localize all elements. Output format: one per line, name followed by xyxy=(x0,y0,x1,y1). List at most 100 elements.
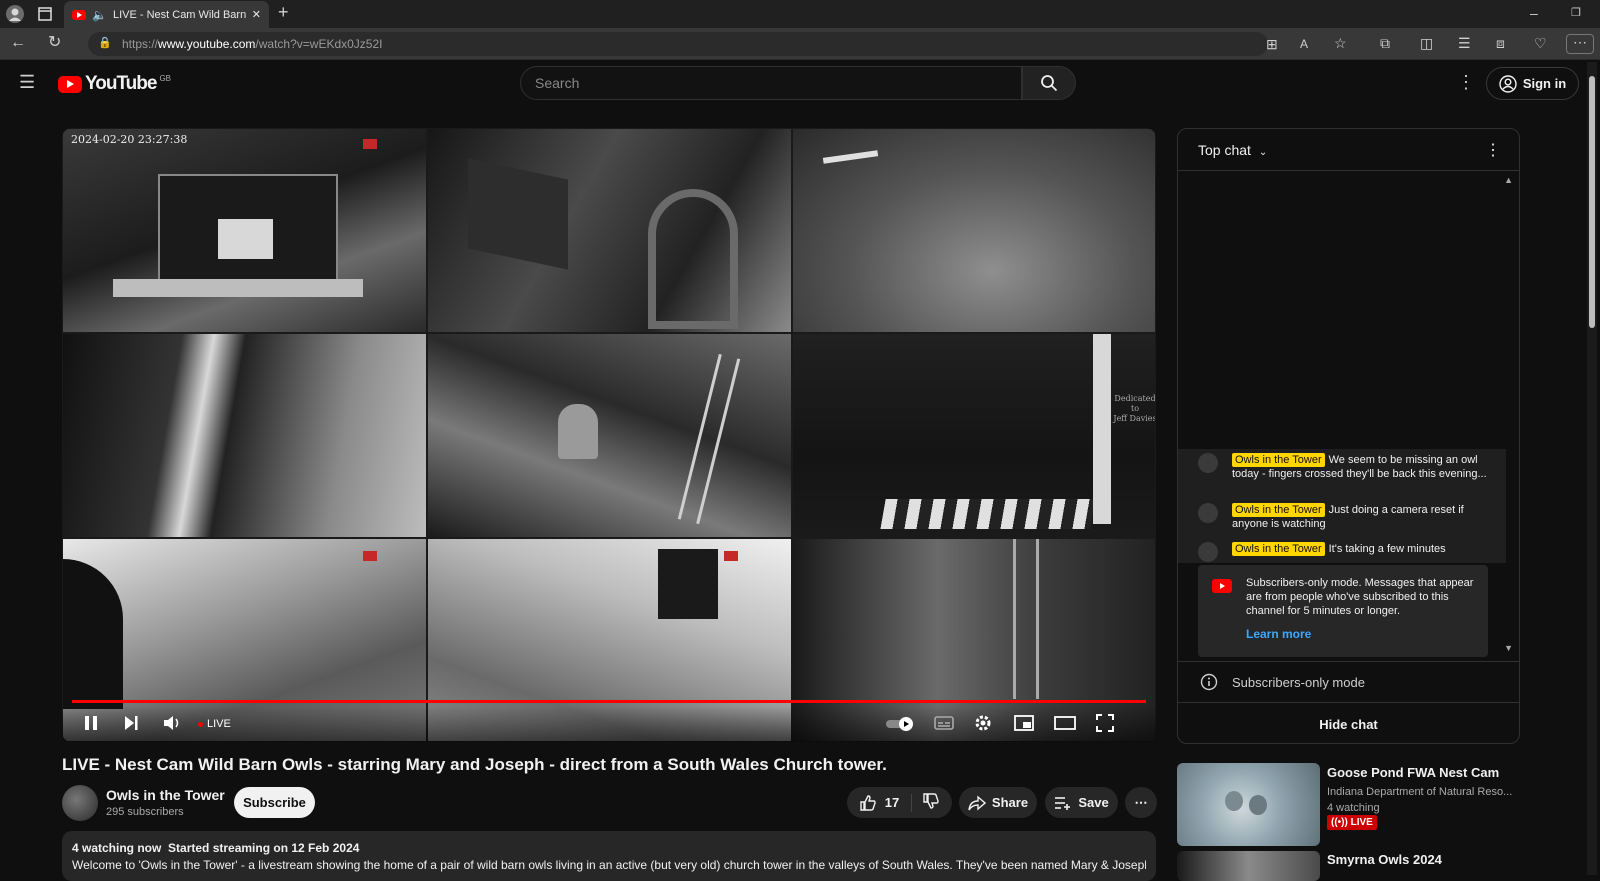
fullscreen-icon[interactable] xyxy=(1096,714,1114,735)
hide-chat-button[interactable]: Hide chat xyxy=(1178,704,1519,744)
church-bell xyxy=(558,404,598,459)
speaker-icon[interactable]: 🔈 xyxy=(92,8,107,22)
captions-icon[interactable] xyxy=(934,714,954,735)
subscribe-button[interactable]: Subscribe xyxy=(234,787,315,818)
refresh-icon[interactable]: ↻ xyxy=(48,35,61,51)
recommendation-channel[interactable]: Indiana Department of Natural Reso... xyxy=(1327,786,1512,798)
live-label: LIVE xyxy=(207,718,231,730)
recommendation-thumbnail[interactable] xyxy=(1177,763,1320,846)
chat-mode-dropdown[interactable]: Top chat ⌄ xyxy=(1198,142,1267,158)
next-icon[interactable] xyxy=(122,714,140,735)
search-placeholder: Search xyxy=(535,75,580,91)
shelf xyxy=(113,279,363,297)
share-button[interactable]: Share xyxy=(959,787,1037,818)
wooden-box xyxy=(468,158,568,270)
close-tab-icon[interactable]: ✕ xyxy=(252,8,261,21)
app-available-icon[interactable]: ⊞ xyxy=(1266,37,1278,51)
live-dot xyxy=(198,721,203,727)
autoplay-toggle[interactable] xyxy=(886,716,916,735)
restore-icon[interactable]: ❐ xyxy=(1571,6,1581,20)
dislike-button[interactable] xyxy=(912,792,940,813)
recommendation-title[interactable]: Goose Pond FWA Nest Cam xyxy=(1327,765,1499,780)
nest-window xyxy=(658,549,718,619)
dedication-line-3: Jeff Davies xyxy=(1113,414,1156,423)
browser-tab-active[interactable]: 🔈 LIVE - Nest Cam Wild Barn ✕ xyxy=(64,1,269,28)
description-text: Welcome to 'Owls in the Tower' - a lives… xyxy=(72,858,1146,872)
sign-in-button[interactable]: Sign in xyxy=(1486,67,1579,100)
menu-icon[interactable]: ☰ xyxy=(19,73,35,91)
lock-icon: 🔒 xyxy=(98,37,112,49)
live-badge: ((•)) LIVE xyxy=(1327,815,1377,830)
account-icon xyxy=(1499,74,1517,93)
settings-more-icon[interactable]: ⋯ xyxy=(1566,34,1594,54)
chat-mode-text: Subscribers-only mode xyxy=(1232,674,1365,690)
settings-icon[interactable] xyxy=(974,714,992,735)
pause-icon[interactable] xyxy=(82,714,100,735)
scrollbar-thumb[interactable] xyxy=(1589,76,1595,328)
save-button[interactable]: Save xyxy=(1045,787,1118,818)
striped-board xyxy=(880,499,1096,529)
description-box[interactable]: 4 watching now Started streaming on 12 F… xyxy=(62,831,1156,881)
volume-icon[interactable] xyxy=(162,714,182,735)
new-tab-icon[interactable]: + xyxy=(278,3,289,21)
playlist-add-icon xyxy=(1055,796,1071,810)
learn-more-link[interactable]: Learn more xyxy=(1246,627,1478,641)
read-aloud-icon[interactable]: A xyxy=(1300,37,1308,51)
more-options-icon[interactable]: ⋮ xyxy=(1457,73,1475,91)
share-icon xyxy=(968,794,986,811)
back-icon[interactable]: ← xyxy=(10,35,26,51)
favorites-icon[interactable]: ☰ xyxy=(1458,36,1471,50)
live-progress-bar[interactable] xyxy=(72,700,1146,703)
perch xyxy=(822,150,879,164)
live-indicator[interactable]: LIVE xyxy=(198,718,231,730)
chat-more-icon[interactable]: ⋮ xyxy=(1485,140,1501,160)
recommendation-thumbnail[interactable] xyxy=(1177,851,1320,881)
dedication-line-1: Dedicated xyxy=(1114,394,1156,403)
page-scrollbar[interactable] xyxy=(1587,62,1597,875)
recommendation-title[interactable]: Smyrna Owls 2024 xyxy=(1327,852,1442,867)
split-screen-icon[interactable]: ◫ xyxy=(1420,36,1433,50)
profile-icon[interactable] xyxy=(6,5,24,25)
tab-actions-icon[interactable] xyxy=(38,7,52,23)
recording-icon xyxy=(363,551,377,561)
camera-feed-5 xyxy=(427,333,792,538)
youtube-play-icon xyxy=(58,75,82,93)
camera-feed-2 xyxy=(427,128,792,333)
collections-icon[interactable]: ⧈ xyxy=(1496,36,1505,50)
chat-author-badge[interactable]: Owls in the Tower xyxy=(1232,453,1325,467)
chat-author-badge[interactable]: Owls in the Tower xyxy=(1232,542,1325,556)
player-controls: LIVE xyxy=(62,706,1156,742)
more-actions-button[interactable]: ⋯ xyxy=(1125,787,1157,818)
chat-author-badge[interactable]: Owls in the Tower xyxy=(1232,503,1325,517)
camera-feed-6: Dedicated to Jeff Davies xyxy=(792,333,1156,538)
youtube-favicon-icon xyxy=(72,9,86,20)
url-field[interactable]: 🔒 https://www.youtube.com/watch?v=wEKdx0… xyxy=(88,32,1268,56)
theater-mode-icon[interactable] xyxy=(1054,714,1076,735)
browser-essentials-icon[interactable]: ♡ xyxy=(1534,36,1547,50)
chat-avatar xyxy=(1198,542,1218,562)
dedication-line-2: to xyxy=(1130,404,1140,413)
miniplayer-icon[interactable] xyxy=(1014,714,1034,735)
nest-entrance xyxy=(63,559,123,709)
video-player[interactable]: 2024-02-20 23:27:38 Dedicated to Jeff Da… xyxy=(62,128,1156,742)
video-title: LIVE - Nest Cam Wild Barn Owls - starrin… xyxy=(62,755,887,774)
ladder xyxy=(677,353,741,525)
channel-name[interactable]: Owls in the Tower xyxy=(106,787,225,803)
youtube-logo[interactable]: YouTube GB xyxy=(58,73,171,95)
notice-text: Subscribers-only mode. Messages that app… xyxy=(1246,577,1474,617)
recommendation-meta: 4 watching xyxy=(1327,802,1380,814)
cam-timestamp: 2024-02-20 23:27:38 xyxy=(71,133,188,146)
thumbs-up-icon xyxy=(860,794,876,811)
chat-scroll-down-icon[interactable]: ▼ xyxy=(1504,643,1513,653)
minimize-icon[interactable]: – xyxy=(1530,6,1538,20)
favorite-star-icon[interactable]: ☆ xyxy=(1334,36,1347,50)
search-input[interactable]: Search xyxy=(520,66,1022,100)
browser-address-bar: ← ↻ 🔒 https://www.youtube.com/watch?v=wE… xyxy=(0,28,1600,60)
channel-avatar[interactable] xyxy=(62,785,98,821)
like-button[interactable]: 17 xyxy=(859,793,913,812)
chat-message: Owls in the Tower Just doing a camera res… xyxy=(1198,503,1498,531)
search-button[interactable] xyxy=(1022,66,1076,100)
nest-box-door xyxy=(218,219,273,259)
extensions-icon[interactable]: ⧉ xyxy=(1380,36,1390,50)
chat-scroll-up-icon[interactable]: ▲ xyxy=(1504,175,1513,185)
